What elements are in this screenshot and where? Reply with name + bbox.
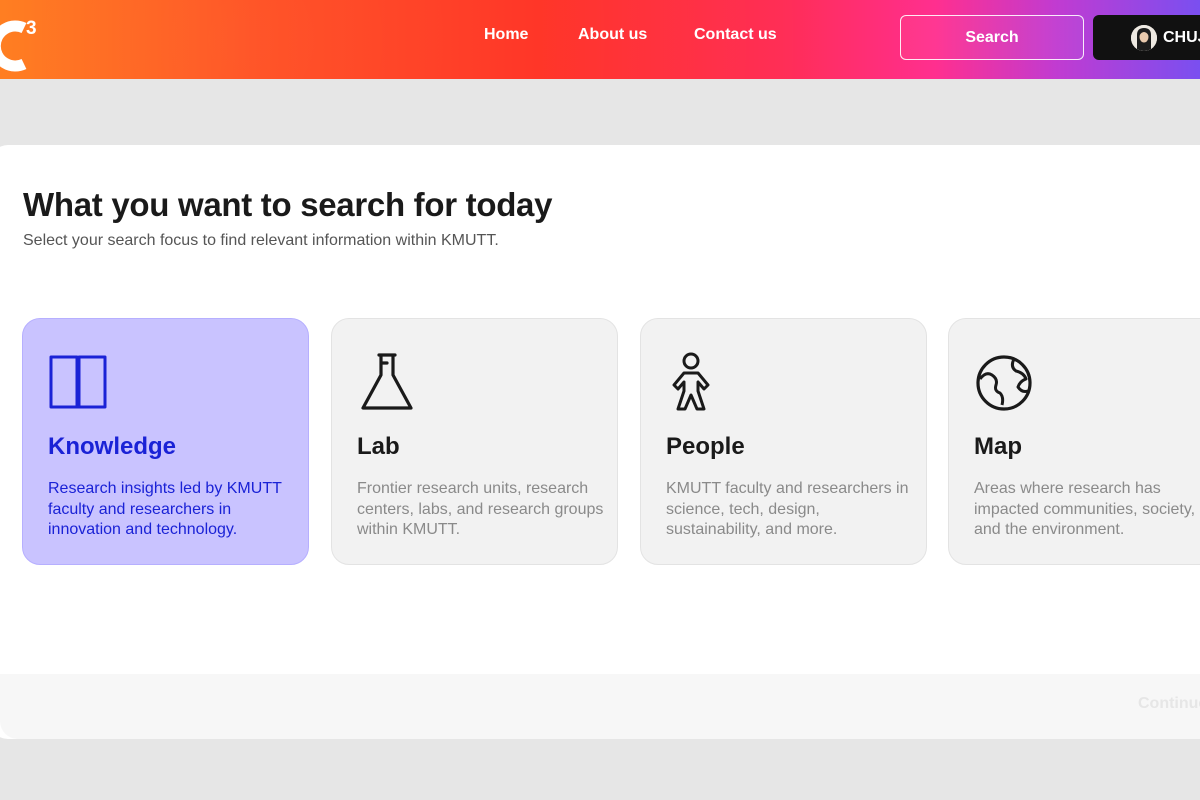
option-lab-title: Lab (357, 433, 400, 460)
continue-button[interactable]: Continue (1138, 695, 1200, 713)
top-header: 3 Home About us Contact us Search CHUJ (0, 0, 1200, 79)
search-button-label: Search (965, 28, 1019, 46)
panel-footer (0, 674, 1200, 739)
option-knowledge[interactable]: Knowledge Research insights led by KMUTT… (22, 318, 309, 565)
option-knowledge-title: Knowledge (48, 433, 177, 460)
user-menu-button[interactable]: CHUJ (1093, 15, 1200, 60)
nav-home[interactable]: Home (484, 26, 528, 44)
flask-icon (361, 353, 413, 410)
logo-c3[interactable]: 3 (0, 6, 54, 76)
logo-sup: 3 (26, 18, 37, 39)
search-button[interactable]: Search (900, 15, 1084, 60)
option-lab[interactable]: Lab Frontier research units, research ce… (331, 318, 618, 565)
option-people[interactable]: People KMUTT faculty and researchers in … (640, 318, 927, 565)
nav-contact[interactable]: Contact us (694, 26, 777, 44)
option-lab-desc: Frontier research units, research center… (357, 480, 604, 538)
option-knowledge-desc: Research insights led by KMUTT faculty a… (48, 480, 282, 538)
avatar (1131, 25, 1157, 51)
user-name: CHUJ (1163, 28, 1200, 46)
book-icon (49, 355, 107, 409)
nav-about[interactable]: About us (578, 26, 647, 44)
page-subtitle: Select your search focus to find relevan… (23, 232, 499, 249)
option-map[interactable]: Map Areas where research has impacted co… (948, 318, 1200, 565)
globe-icon (976, 355, 1032, 411)
page-title: What you want to search for today (23, 186, 553, 223)
option-people-desc: KMUTT faculty and researchers in science… (666, 480, 909, 538)
option-people-title: People (666, 433, 745, 460)
option-map-title: Map (974, 433, 1022, 460)
person-icon (672, 352, 710, 411)
option-map-desc: Areas where research has impacted commun… (974, 480, 1196, 538)
